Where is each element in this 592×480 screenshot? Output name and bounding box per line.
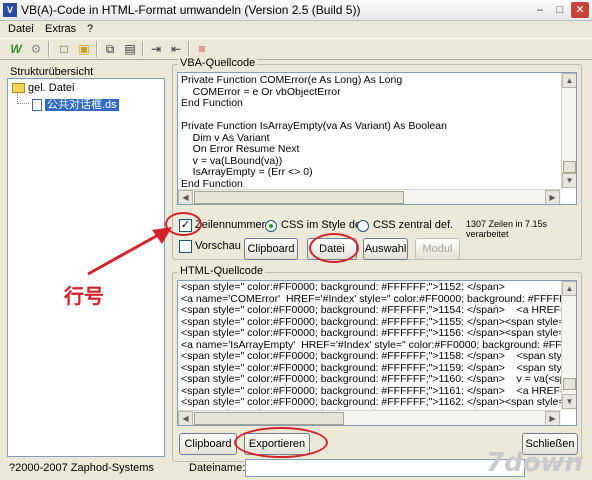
app-icon: V xyxy=(3,3,17,17)
status-text: 1307 Zeilen in 7.15s verarbeitet xyxy=(466,219,548,239)
css-style-label: CSS im Style def. xyxy=(281,219,368,231)
toolbar-separator xyxy=(96,41,98,57)
tree-child-label: 公共对话框.ds xyxy=(45,99,119,111)
scroll-right-icon[interactable]: ▶ xyxy=(545,411,560,425)
auswahl-button[interactable]: Auswahl xyxy=(363,238,408,260)
tree-label: Strukturübersicht xyxy=(10,66,94,78)
filename-input[interactable] xyxy=(245,459,525,477)
html-code-line: <span style=" color:#FF0000; background:… xyxy=(181,327,562,339)
html-code-line: <span style=" color:#FF0000; background:… xyxy=(181,396,562,408)
css-central-label: CSS zentral def. xyxy=(373,219,454,231)
gear-icon[interactable]: ⚙ xyxy=(28,41,44,57)
menu-datei[interactable]: Datei xyxy=(8,23,34,35)
annotation-circle-exportieren xyxy=(234,427,328,458)
copy-icon[interactable]: ⧉ xyxy=(102,41,118,57)
preview-checkbox[interactable] xyxy=(179,240,192,253)
scroll-left-icon[interactable]: ◀ xyxy=(178,411,193,425)
scroll-up-icon[interactable]: ▲ xyxy=(562,73,576,88)
close-button[interactable]: ✕ xyxy=(571,2,589,18)
annotation-label: 行号 xyxy=(64,284,104,308)
open-folder-icon[interactable]: ▣ xyxy=(76,41,92,57)
scroll-right-icon[interactable]: ▶ xyxy=(545,190,560,204)
menu-help[interactable]: ? xyxy=(87,23,93,35)
html-hscroll-thumb[interactable] xyxy=(194,412,344,425)
html-horizontal-scrollbar[interactable]: ◀ ▶ xyxy=(178,410,561,425)
vba-code-box[interactable]: Private Function COMError(e As Long) As … xyxy=(177,72,577,205)
scroll-left-icon[interactable]: ◀ xyxy=(178,190,193,204)
filename-label: Dateiname: xyxy=(189,462,246,474)
html-group-title: HTML-Quellcode xyxy=(178,265,266,277)
vba-group-title: VBA-Quellcode xyxy=(178,57,258,69)
vba-code-line: On Error Resume Next xyxy=(181,143,300,155)
html-scroll-thumb[interactable] xyxy=(563,378,576,390)
html-code-text: <span style=" color:#FF0000; background:… xyxy=(181,282,562,420)
tree-root-label: gel. Datei xyxy=(28,82,75,94)
outdent-icon[interactable]: ⇤ xyxy=(168,41,184,57)
menu-extras[interactable]: Extras xyxy=(45,23,76,35)
tree-child[interactable]: 公共对话框.ds xyxy=(32,96,119,112)
copyright: ?2000-2007 Zaphod-Systems xyxy=(9,462,154,474)
vba-vertical-scrollbar[interactable]: ▲ ▼ xyxy=(561,73,576,189)
clipboard-button-top[interactable]: Clipboard xyxy=(244,238,298,260)
window-title: VB(A)-Code in HTML-Format umwandeln (Ver… xyxy=(21,3,361,17)
maximize-button[interactable]: □ xyxy=(551,2,569,18)
scroll-down-icon[interactable]: ▼ xyxy=(562,173,576,188)
vba-code-line: Private Function COMError(e As Long) As … xyxy=(181,74,403,86)
paste-icon[interactable]: ▤ xyxy=(122,41,138,57)
new-icon[interactable]: □ xyxy=(56,41,72,57)
vba-hscroll-thumb[interactable] xyxy=(194,191,404,204)
scroll-up-icon[interactable]: ▲ xyxy=(562,281,576,296)
css-central-radio[interactable] xyxy=(357,220,369,232)
scroll-down-icon[interactable]: ▼ xyxy=(562,394,576,409)
file-icon xyxy=(32,99,42,112)
vba-code-line: End Function xyxy=(181,97,243,109)
html-code-line: <span style=" color:#FF0000; background:… xyxy=(181,350,562,362)
clipboard-button-bottom[interactable]: Clipboard xyxy=(179,433,237,455)
vba-horizontal-scrollbar[interactable]: ◀ ▶ xyxy=(178,189,561,204)
annotation-circle-datei xyxy=(309,233,359,263)
minimize-button[interactable]: – xyxy=(531,2,549,18)
preview-label: Vorschau xyxy=(195,240,241,252)
html-icon[interactable]: ≡ xyxy=(194,41,210,57)
toolbar-separator xyxy=(48,41,50,57)
css-style-radio[interactable] xyxy=(265,220,277,232)
html-code-box[interactable]: <span style=" color:#FF0000; background:… xyxy=(177,280,577,426)
toolbar-separator xyxy=(142,41,144,57)
html-code-line: <span style=" color:#FF0000; background:… xyxy=(181,373,562,385)
html-code-line: <span style=" color:#FF0000; background:… xyxy=(181,282,505,293)
html-vertical-scrollbar[interactable]: ▲ ▼ xyxy=(561,281,576,410)
vba-code-line: IsArrayEmpty = (Err <> 0) xyxy=(181,166,313,178)
vba-code-line: Private Function IsArrayEmpty(va As Vari… xyxy=(181,120,447,132)
annotation-arrow xyxy=(87,227,172,276)
modul-button: Modul xyxy=(415,238,460,260)
vba-code-text: Private Function COMError(e As Long) As … xyxy=(181,74,447,190)
tree-connector xyxy=(17,92,29,104)
indent-icon[interactable]: ⇥ xyxy=(148,41,164,57)
vba-scroll-thumb[interactable] xyxy=(563,161,576,173)
html-code-line: <span style=" color:#FF0000; background:… xyxy=(181,304,562,316)
w-icon[interactable]: W xyxy=(8,41,24,57)
watermark-logo: 7down xyxy=(486,448,584,478)
line-numbers-label: Zeilennummern xyxy=(195,219,272,231)
toolbar-separator xyxy=(188,41,190,57)
